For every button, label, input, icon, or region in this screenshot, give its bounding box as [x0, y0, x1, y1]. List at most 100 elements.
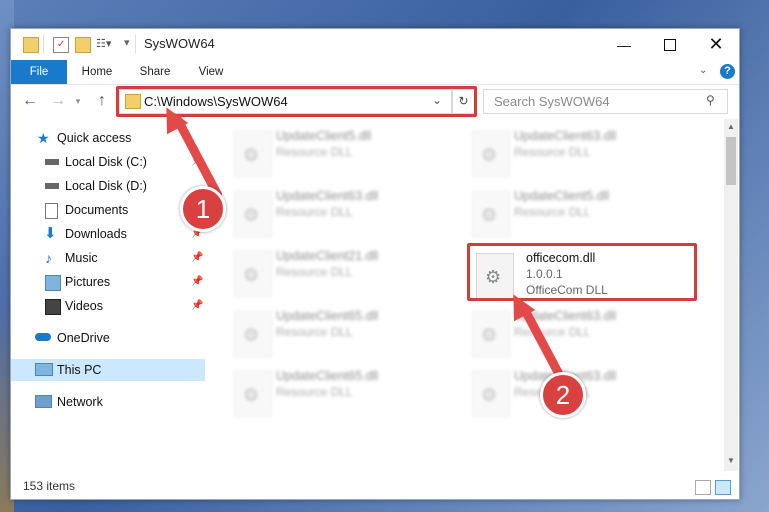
minimize-button[interactable]: —	[601, 29, 647, 60]
tab-share[interactable]: Share	[131, 60, 179, 84]
step-2-badge: 2	[540, 372, 586, 418]
sidebar-item-onedrive[interactable]: OneDrive	[11, 327, 205, 349]
sidebar-item-label: This PC	[57, 363, 102, 377]
gear-icon: ⚙	[481, 385, 498, 405]
address-row: ← → ▾ ↑ C:\Windows\SysWOW64 ⌄ ↻ Search S…	[11, 85, 739, 117]
tab-view[interactable]: View	[187, 60, 235, 84]
sidebar-item-local-disk-c[interactable]: Local Disk (C:) 📌	[11, 151, 205, 173]
sidebar-item-documents[interactable]: Documents 📌	[11, 199, 205, 221]
file-highlight-box	[467, 243, 697, 301]
file-name: UpdateClient21.dll	[276, 249, 379, 263]
pin-icon: 📌	[191, 300, 204, 311]
file-description: Resource DLL	[514, 325, 591, 339]
sidebar-item-network[interactable]: Network	[11, 391, 205, 413]
sidebar-item-label: Pictures	[65, 275, 111, 289]
file-description: Resource DLL	[276, 385, 353, 399]
up-icon[interactable]: ↑	[93, 92, 111, 110]
customize-toolbar-icon[interactable]: ☷▾	[96, 37, 111, 51]
details-view-icon[interactable]	[695, 480, 711, 495]
gear-icon: ⚙	[243, 205, 260, 225]
list-item[interactable]: ⚙ UpdateClient65.dll Resource DLL	[232, 307, 454, 359]
pc-icon	[35, 363, 53, 376]
file-name: UpdateClient65.dll	[276, 309, 379, 323]
dll-file-icon: ⚙	[234, 371, 272, 417]
dll-file-icon: ⚙	[472, 131, 510, 177]
folder-icon	[23, 37, 39, 53]
file-name: UpdateClient63.dll	[276, 189, 379, 203]
gear-icon: ⚙	[481, 325, 498, 345]
download-icon: ⬇	[44, 225, 57, 242]
large-icons-view-icon[interactable]	[715, 480, 731, 495]
dll-file-icon: ⚙	[234, 251, 272, 297]
file-name: UpdateClient65.dll	[276, 369, 379, 383]
sidebar-item-pictures[interactable]: Pictures 📌	[11, 271, 205, 293]
gear-icon: ⚙	[243, 385, 260, 405]
gear-icon: ⚙	[243, 145, 260, 165]
file-description: Resource DLL	[514, 145, 591, 159]
divider	[135, 35, 136, 53]
sidebar-item-videos[interactable]: Videos 📌	[11, 295, 205, 317]
cloud-icon	[35, 333, 51, 341]
list-item[interactable]: ⚙ UpdateClient5.dll Resource DLL	[232, 127, 454, 179]
file-name: UpdateClient5.dll	[514, 189, 610, 203]
qa-dropdown-icon[interactable]: ▾	[124, 36, 130, 49]
file-name: UpdateClient5.dll	[276, 129, 372, 143]
sidebar-item-quick-access[interactable]: ★ Quick access	[11, 127, 205, 149]
file-description: Resource DLL	[276, 205, 353, 219]
tab-file[interactable]: File	[11, 60, 67, 84]
music-icon: ♪	[45, 250, 52, 266]
file-list: ⚙ UpdateClient5.dll Resource DLL ⚙ Updat…	[208, 119, 722, 471]
sidebar-item-label: Local Disk (C:)	[65, 155, 147, 169]
file-description: Resource DLL	[514, 205, 591, 219]
star-icon: ★	[37, 130, 50, 146]
close-button[interactable]: ✕	[693, 29, 739, 60]
recent-locations-icon[interactable]: ▾	[69, 92, 87, 110]
help-icon[interactable]: ?	[720, 64, 735, 79]
gear-icon: ⚙	[243, 265, 260, 285]
divider	[43, 35, 44, 53]
status-bar: 153 items	[11, 475, 739, 499]
scroll-up-icon[interactable]: ▲	[724, 121, 738, 133]
sidebar-item-this-pc[interactable]: This PC	[11, 359, 205, 381]
search-icon: ⚲	[706, 93, 715, 107]
scrollbar-thumb[interactable]	[726, 137, 736, 185]
list-item[interactable]: ⚙ UpdateClient65.dll Resource DLL	[232, 367, 454, 419]
list-item[interactable]: ⚙ UpdateClient63.dll Resource DLL	[470, 127, 692, 179]
sidebar-item-label: Videos	[65, 299, 103, 313]
vertical-scrollbar[interactable]: ▲ ▼	[724, 119, 738, 471]
gear-icon: ⚙	[481, 145, 498, 165]
sidebar-item-label: Downloads	[65, 227, 127, 241]
list-item[interactable]: ⚙ UpdateClient63.dll Resource DLL	[232, 187, 454, 239]
pictures-icon	[45, 275, 61, 291]
sidebar-item-downloads[interactable]: ⬇ Downloads 📌	[11, 223, 205, 245]
sidebar-item-music[interactable]: ♪ Music 📌	[11, 247, 205, 269]
ribbon-tabs: File Home Share View ⌄ ?	[11, 60, 739, 85]
forward-icon[interactable]: →	[49, 92, 67, 110]
title-bar: ✓ ☷▾ ▾ SysWOW64 — ✕	[11, 29, 739, 60]
file-description: Resource DLL	[276, 145, 353, 159]
expand-ribbon-icon[interactable]: ⌄	[699, 65, 707, 76]
pin-icon: 📌	[191, 252, 204, 263]
tab-home[interactable]: Home	[73, 60, 121, 84]
sidebar-item-local-disk-d[interactable]: Local Disk (D:)	[11, 175, 205, 197]
dll-file-icon: ⚙	[234, 311, 272, 357]
gear-icon: ⚙	[243, 325, 260, 345]
search-input[interactable]: Search SysWOW64 ⚲	[483, 89, 728, 114]
maximize-button[interactable]	[647, 29, 693, 60]
properties-icon[interactable]: ✓	[53, 37, 69, 53]
dll-file-icon: ⚙	[472, 311, 510, 357]
list-item[interactable]: ⚙ UpdateClient63.dll Resource DLL	[470, 307, 692, 359]
sidebar-item-label: OneDrive	[57, 331, 110, 345]
dll-file-icon: ⚙	[234, 191, 272, 237]
sidebar-item-label: Quick access	[57, 131, 132, 145]
list-item[interactable]: ⚙ UpdateClient5.dll Resource DLL	[470, 187, 692, 239]
video-icon	[45, 299, 61, 315]
gear-icon: ⚙	[481, 205, 498, 225]
back-icon[interactable]: ←	[21, 92, 39, 110]
dll-file-icon: ⚙	[472, 191, 510, 237]
window-title: SysWOW64	[144, 36, 215, 51]
scroll-down-icon[interactable]: ▼	[724, 455, 738, 467]
new-folder-icon[interactable]	[75, 37, 91, 53]
network-icon	[35, 395, 52, 408]
list-item[interactable]: ⚙ UpdateClient21.dll Resource DLL	[232, 247, 454, 299]
